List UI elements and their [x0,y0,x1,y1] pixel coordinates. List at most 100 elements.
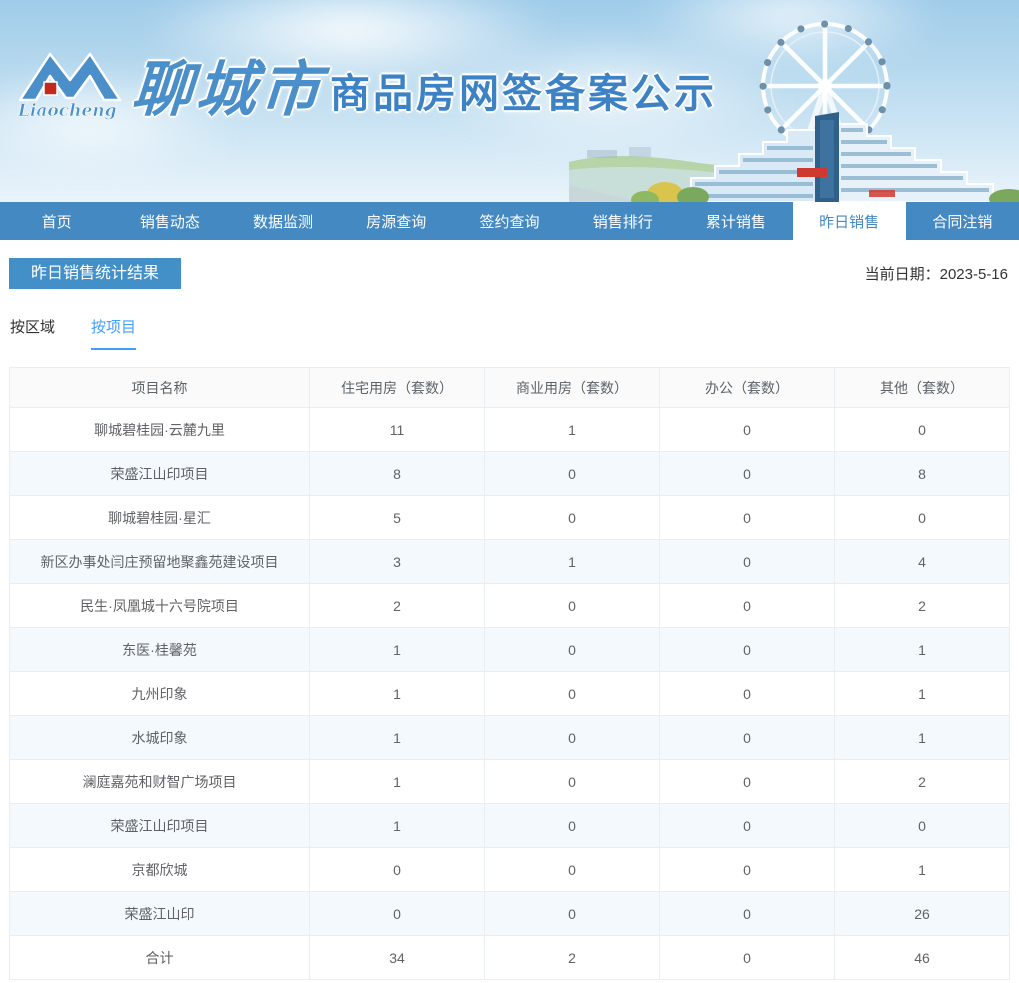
table-row: 澜庭嘉苑和财智广场项目 1 0 0 2 [9,759,1010,804]
project-name-cell: 荣盛江山印 [9,891,310,936]
column-header: 住宅用房（套数） [309,367,485,408]
count-cell: 1 [309,759,485,804]
project-name-cell: 澜庭嘉苑和财智广场项目 [9,759,310,804]
main-content: 昨日销售统计结果 当前日期：2023-5-16 按区域 按项目 项目名称 住宅用房（… [0,258,1019,980]
count-cell: 26 [834,891,1010,936]
table-body: 聊城碧桂园·云麓九里 11 1 0 0 荣盛江山印项目 8 0 0 8 聊城碧桂园·星汇 5 0 0 0 新区… [9,407,1010,980]
count-cell: 3 [309,539,485,584]
current-date-label: 当前日期： [864,266,940,283]
column-header: 其他（套数） [834,367,1010,408]
table-row: 京都欣城 0 0 0 1 [9,847,1010,892]
count-cell: 1 [309,671,485,716]
project-name-cell: 新区办事处闫庄预留地聚鑫苑建设项目 [9,539,310,584]
count-cell: 0 [484,715,660,760]
count-cell: 0 [659,627,835,672]
page-title: 昨日销售统计结果 [9,258,182,289]
count-cell: 1 [484,407,660,452]
current-date: 当前日期：2023-5-16 [865,263,1010,284]
table-row: 九州印象 1 0 0 1 [9,671,1010,716]
count-cell: 2 [834,583,1010,628]
count-cell: 0 [659,803,835,848]
nav-item-签约查询[interactable]: 签约查询 [453,202,566,240]
count-cell: 0 [659,495,835,540]
count-cell: 8 [309,451,485,496]
table-row: 民生·凤凰城十六号院项目 2 0 0 2 [9,583,1010,628]
table-row: 荣盛江山印 0 0 0 26 [9,891,1010,936]
project-name-cell: 荣盛江山印项目 [9,451,310,496]
table-row: 聊城碧桂园·云麓九里 11 1 0 0 [9,407,1010,452]
count-cell: 1 [834,671,1010,716]
project-name-cell: 京都欣城 [9,847,310,892]
current-date-value: 2023-5-16 [939,266,1008,283]
view-subtabs: 按区域 按项目 [10,316,1010,350]
liaocheng-logo-icon: Liaocheng [17,52,122,120]
count-cell: 0 [484,803,660,848]
project-name-cell: 九州印象 [9,671,310,716]
count-cell: 0 [309,891,485,936]
count-cell: 2 [484,935,660,980]
project-name-cell: 东医·桂馨苑 [9,627,310,672]
nav-item-数据监测[interactable]: 数据监测 [226,202,339,240]
project-name-cell: 合计 [9,935,310,980]
sales-table: 项目名称 住宅用房（套数） 商业用房（套数） 办公（套数） 其他（套数） 聊城碧桂园·云… [9,367,1010,980]
count-cell: 1 [309,715,485,760]
count-cell: 8 [834,451,1010,496]
count-cell: 0 [484,891,660,936]
count-cell: 1 [484,539,660,584]
main-nav: 首页 销售动态 数据监测 房源查询 签约查询 销售排行 累计销售 昨日销售 合同注销 [0,202,1019,240]
count-cell: 1 [834,847,1010,892]
count-cell: 0 [834,407,1010,452]
count-cell: 0 [659,539,835,584]
count-cell: 34 [309,935,485,980]
count-cell: 0 [484,495,660,540]
count-cell: 1 [834,627,1010,672]
table-row: 荣盛江山印项目 8 0 0 8 [9,451,1010,496]
table-header-row: 项目名称 住宅用房（套数） 商业用房（套数） 办公（套数） 其他（套数） [9,367,1010,408]
count-cell: 0 [659,671,835,716]
site-subtitle: 商品房网签备案公示 [330,72,717,116]
table-row: 东医·桂馨苑 1 0 0 1 [9,627,1010,672]
banner: Liaocheng 聊城市 商品房网签备案公示 [0,0,1019,202]
count-cell: 0 [659,715,835,760]
table-row: 荣盛江山印项目 1 0 0 0 [9,803,1010,848]
count-cell: 0 [659,451,835,496]
count-cell: 0 [484,671,660,716]
count-cell: 0 [834,803,1010,848]
count-cell: 4 [834,539,1010,584]
column-header: 商业用房（套数） [484,367,660,408]
count-cell: 0 [309,847,485,892]
nav-item-销售动态[interactable]: 销售动态 [113,202,226,240]
table-row: 水城印象 1 0 0 1 [9,715,1010,760]
nav-item-累计销售[interactable]: 累计销售 [679,202,792,240]
count-cell: 0 [659,847,835,892]
count-cell: 46 [834,935,1010,980]
table-row: 聊城碧桂园·星汇 5 0 0 0 [9,495,1010,540]
count-cell: 0 [659,407,835,452]
count-cell: 0 [484,583,660,628]
nav-item-销售排行[interactable]: 销售排行 [566,202,679,240]
count-cell: 1 [309,803,485,848]
project-name-cell: 水城印象 [9,715,310,760]
count-cell: 2 [309,583,485,628]
count-cell: 0 [484,759,660,804]
count-cell: 0 [484,847,660,892]
count-cell: 11 [309,407,485,452]
count-cell: 2 [834,759,1010,804]
nav-item-首页[interactable]: 首页 [0,202,113,240]
column-header: 项目名称 [9,367,310,408]
subtab-按区域[interactable]: 按区域 [10,316,55,350]
count-cell: 5 [309,495,485,540]
nav-item-合同注销[interactable]: 合同注销 [906,202,1019,240]
count-cell: 0 [659,891,835,936]
site-name: 聊城市 [129,56,327,123]
site-brand: Liaocheng 聊城市 商品房网签备案公示 [16,42,717,123]
subtab-按项目[interactable]: 按项目 [91,316,137,350]
nav-item-昨日销售[interactable]: 昨日销售 [792,202,906,240]
count-cell: 1 [309,627,485,672]
project-name-cell: 民生·凤凰城十六号院项目 [9,583,310,628]
column-header: 办公（套数） [659,367,835,408]
count-cell: 0 [484,451,660,496]
nav-item-房源查询[interactable]: 房源查询 [340,202,453,240]
count-cell: 0 [484,627,660,672]
logo-script-text: Liaocheng [17,101,117,120]
